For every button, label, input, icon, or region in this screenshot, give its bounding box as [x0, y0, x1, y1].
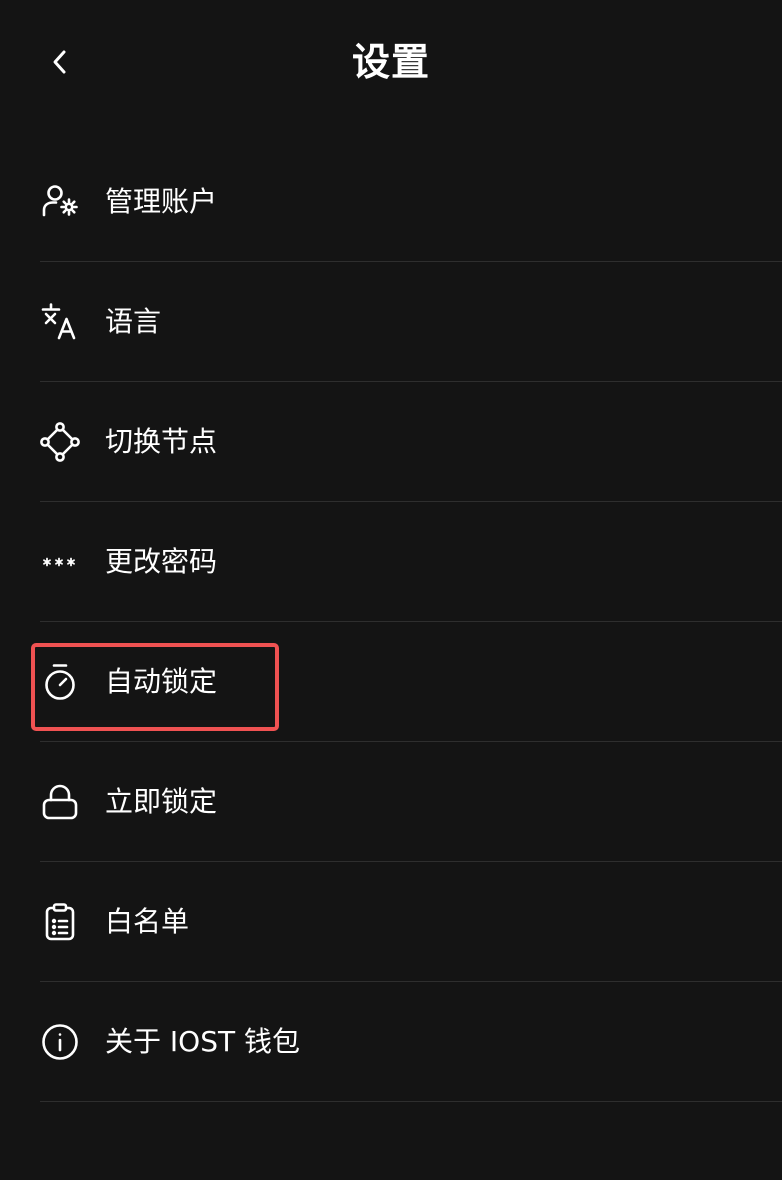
menu-item-label: 关于 IOST 钱包: [105, 1025, 300, 1058]
divider: [40, 1101, 782, 1102]
menu-item-label: 白名单: [105, 905, 190, 938]
menu-item-lock-now[interactable]: 立即锁定: [0, 742, 782, 862]
info-icon: [40, 1022, 80, 1062]
menu-item-about[interactable]: 关于 IOST 钱包: [0, 982, 782, 1102]
menu-item-switch-node[interactable]: 切换节点: [0, 382, 782, 502]
password-dots-icon: [40, 542, 80, 582]
menu-item-label: 更改密码: [105, 545, 218, 578]
user-gear-icon: [40, 182, 80, 222]
menu-item-label: 语言: [105, 305, 162, 338]
highlight-box: [31, 643, 279, 731]
menu-item-change-password[interactable]: 更改密码: [0, 502, 782, 622]
menu-item-whitelist[interactable]: 白名单: [0, 862, 782, 982]
menu-item-label: 切换节点: [105, 425, 218, 458]
settings-menu: 管理账户 语言 切换节点 更改密码 自动锁定 立即锁定 白名单 关于 IOST …: [0, 142, 782, 1102]
clipboard-list-icon: [40, 902, 80, 942]
menu-item-label: 管理账户: [105, 185, 218, 218]
lock-icon: [40, 782, 80, 822]
menu-item-language[interactable]: 语言: [0, 262, 782, 382]
header: 设置: [0, 0, 782, 125]
translate-icon: [40, 302, 80, 342]
page-title: 设置: [351, 40, 430, 84]
menu-item-label: 立即锁定: [105, 785, 218, 818]
nodes-icon: [40, 422, 80, 462]
menu-item-manage-accounts[interactable]: 管理账户: [0, 142, 782, 262]
